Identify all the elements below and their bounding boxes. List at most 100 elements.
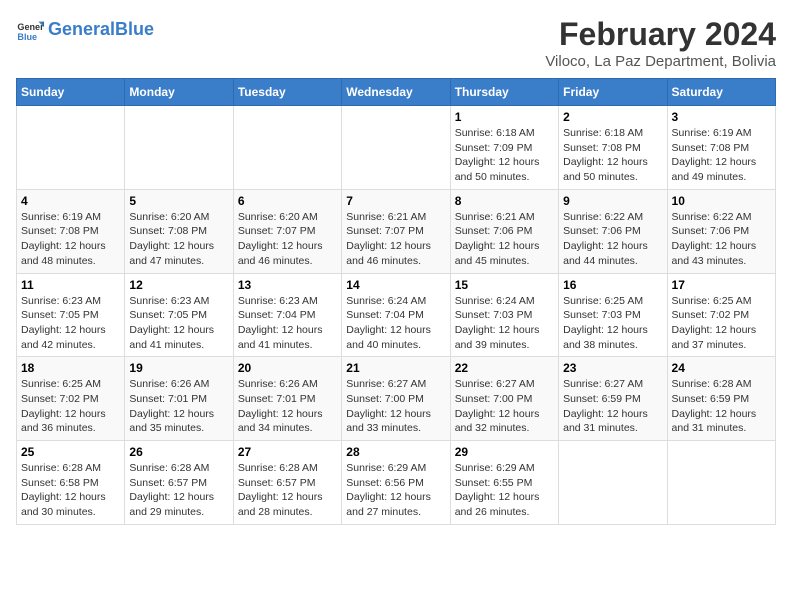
day-info: Sunrise: 6:28 AM Sunset: 6:58 PM Dayligh…	[21, 461, 120, 520]
weekday-header-sunday: Sunday	[17, 79, 125, 106]
day-number: 13	[238, 278, 337, 292]
calendar-cell	[233, 106, 341, 190]
calendar-cell: 18 Sunrise: 6:25 AM Sunset: 7:02 PM Dayli…	[17, 357, 125, 441]
day-info: Sunrise: 6:21 AM Sunset: 7:07 PM Dayligh…	[346, 210, 445, 269]
day-number: 18	[21, 361, 120, 375]
day-info: Sunrise: 6:21 AM Sunset: 7:06 PM Dayligh…	[455, 210, 554, 269]
day-info: Sunrise: 6:19 AM Sunset: 7:08 PM Dayligh…	[672, 126, 771, 185]
day-number: 16	[563, 278, 662, 292]
calendar-cell: 23Sunrise: 6:27 AM Sunset: 6:59 PM Dayli…	[559, 357, 667, 441]
day-number: 23	[563, 361, 662, 375]
calendar-cell: 15Sunrise: 6:24 AM Sunset: 7:03 PM Dayli…	[450, 273, 558, 357]
day-info: Sunrise: 6:23 AM Sunset: 7:05 PM Dayligh…	[129, 294, 228, 353]
svg-text:General: General	[17, 22, 44, 32]
day-number: 7	[346, 194, 445, 208]
day-number: 27	[238, 445, 337, 459]
calendar-cell: 8 Sunrise: 6:21 AM Sunset: 7:06 PM Daylig…	[450, 189, 558, 273]
calendar-cell	[342, 106, 450, 190]
weekday-header-thursday: Thursday	[450, 79, 558, 106]
day-number: 25	[21, 445, 120, 459]
weekday-header-monday: Monday	[125, 79, 233, 106]
day-number: 26	[129, 445, 228, 459]
calendar-cell	[17, 106, 125, 190]
day-info: Sunrise: 6:25 AM Sunset: 7:03 PM Dayligh…	[563, 294, 662, 353]
day-info: Sunrise: 6:24 AM Sunset: 7:04 PM Dayligh…	[346, 294, 445, 353]
calendar-cell: 29 Sunrise: 6:29 AM Sunset: 6:55 PM Dayli…	[450, 441, 558, 525]
day-number: 9	[563, 194, 662, 208]
weekday-header-row: SundayMondayTuesdayWednesdayThursdayFrid…	[17, 79, 776, 106]
calendar-cell: 1 Sunrise: 6:18 AM Sunset: 7:09 PM Daylig…	[450, 106, 558, 190]
day-info: Sunrise: 6:29 AM Sunset: 6:55 PM Dayligh…	[455, 461, 554, 520]
day-info: Sunrise: 6:26 AM Sunset: 7:01 PM Dayligh…	[238, 377, 337, 436]
calendar-cell: 17 Sunrise: 6:25 AM Sunset: 7:02 PM Dayli…	[667, 273, 775, 357]
day-number: 8	[455, 194, 554, 208]
calendar-cell: 16 Sunrise: 6:25 AM Sunset: 7:03 PM Dayli…	[559, 273, 667, 357]
month-title: February 2024	[545, 16, 776, 53]
day-info: Sunrise: 6:27 AM Sunset: 7:00 PM Dayligh…	[455, 377, 554, 436]
day-number: 5	[129, 194, 228, 208]
calendar-cell: 25 Sunrise: 6:28 AM Sunset: 6:58 PM Dayli…	[17, 441, 125, 525]
calendar-table: SundayMondayTuesdayWednesdayThursdayFrid…	[16, 78, 776, 525]
day-number: 1	[455, 110, 554, 124]
day-info: Sunrise: 6:28 AM Sunset: 6:57 PM Dayligh…	[238, 461, 337, 520]
logo-icon: General Blue	[16, 16, 44, 44]
calendar-cell	[559, 441, 667, 525]
day-number: 4	[21, 194, 120, 208]
day-info: Sunrise: 6:20 AM Sunset: 7:08 PM Dayligh…	[129, 210, 228, 269]
day-number: 28	[346, 445, 445, 459]
day-number: 6	[238, 194, 337, 208]
calendar-cell: 3 Sunrise: 6:19 AM Sunset: 7:08 PM Daylig…	[667, 106, 775, 190]
logo-text: GeneralBlue	[48, 20, 154, 40]
svg-text:Blue: Blue	[17, 32, 37, 42]
calendar-cell: 14Sunrise: 6:24 AM Sunset: 7:04 PM Dayli…	[342, 273, 450, 357]
day-number: 11	[21, 278, 120, 292]
day-number: 22	[455, 361, 554, 375]
title-block: February 2024 Viloco, La Paz Department,…	[545, 16, 776, 70]
day-number: 19	[129, 361, 228, 375]
day-info: Sunrise: 6:27 AM Sunset: 7:00 PM Dayligh…	[346, 377, 445, 436]
day-number: 21	[346, 361, 445, 375]
day-number: 3	[672, 110, 771, 124]
weekday-header-friday: Friday	[559, 79, 667, 106]
calendar-cell: 7 Sunrise: 6:21 AM Sunset: 7:07 PM Daylig…	[342, 189, 450, 273]
calendar-cell: 9 Sunrise: 6:22 AM Sunset: 7:06 PM Daylig…	[559, 189, 667, 273]
day-number: 2	[563, 110, 662, 124]
calendar-cell: 10 Sunrise: 6:22 AM Sunset: 7:06 PM Dayli…	[667, 189, 775, 273]
day-info: Sunrise: 6:22 AM Sunset: 7:06 PM Dayligh…	[672, 210, 771, 269]
day-number: 17	[672, 278, 771, 292]
day-info: Sunrise: 6:28 AM Sunset: 6:57 PM Dayligh…	[129, 461, 228, 520]
day-info: Sunrise: 6:25 AM Sunset: 7:02 PM Dayligh…	[21, 377, 120, 436]
calendar-cell: 4 Sunrise: 6:19 AM Sunset: 7:08 PM Daylig…	[17, 189, 125, 273]
calendar-cell	[667, 441, 775, 525]
day-info: Sunrise: 6:20 AM Sunset: 7:07 PM Dayligh…	[238, 210, 337, 269]
day-info: Sunrise: 6:22 AM Sunset: 7:06 PM Dayligh…	[563, 210, 662, 269]
day-info: Sunrise: 6:28 AM Sunset: 6:59 PM Dayligh…	[672, 377, 771, 436]
day-number: 10	[672, 194, 771, 208]
day-info: Sunrise: 6:29 AM Sunset: 6:56 PM Dayligh…	[346, 461, 445, 520]
day-info: Sunrise: 6:18 AM Sunset: 7:08 PM Dayligh…	[563, 126, 662, 185]
calendar-cell: 20Sunrise: 6:26 AM Sunset: 7:01 PM Dayli…	[233, 357, 341, 441]
day-number: 29	[455, 445, 554, 459]
day-info: Sunrise: 6:18 AM Sunset: 7:09 PM Dayligh…	[455, 126, 554, 185]
weekday-header-wednesday: Wednesday	[342, 79, 450, 106]
day-info: Sunrise: 6:25 AM Sunset: 7:02 PM Dayligh…	[672, 294, 771, 353]
calendar-cell: 22 Sunrise: 6:27 AM Sunset: 7:00 PM Dayli…	[450, 357, 558, 441]
calendar-cell: 21 Sunrise: 6:27 AM Sunset: 7:00 PM Dayli…	[342, 357, 450, 441]
day-number: 12	[129, 278, 228, 292]
calendar-week-2: 4 Sunrise: 6:19 AM Sunset: 7:08 PM Daylig…	[17, 189, 776, 273]
calendar-cell: 2 Sunrise: 6:18 AM Sunset: 7:08 PM Daylig…	[559, 106, 667, 190]
calendar-week-3: 11 Sunrise: 6:23 AM Sunset: 7:05 PM Dayli…	[17, 273, 776, 357]
weekday-header-saturday: Saturday	[667, 79, 775, 106]
logo: General Blue GeneralBlue	[16, 16, 154, 44]
calendar-body: 1 Sunrise: 6:18 AM Sunset: 7:09 PM Daylig…	[17, 106, 776, 525]
calendar-cell: 26 Sunrise: 6:28 AM Sunset: 6:57 PM Dayli…	[125, 441, 233, 525]
calendar-cell: 12 Sunrise: 6:23 AM Sunset: 7:05 PM Dayli…	[125, 273, 233, 357]
calendar-cell: 5 Sunrise: 6:20 AM Sunset: 7:08 PM Daylig…	[125, 189, 233, 273]
day-number: 24	[672, 361, 771, 375]
calendar-cell: 27 Sunrise: 6:28 AM Sunset: 6:57 PM Dayli…	[233, 441, 341, 525]
day-info: Sunrise: 6:19 AM Sunset: 7:08 PM Dayligh…	[21, 210, 120, 269]
calendar-week-1: 1 Sunrise: 6:18 AM Sunset: 7:09 PM Daylig…	[17, 106, 776, 190]
calendar-cell: 19Sunrise: 6:26 AM Sunset: 7:01 PM Dayli…	[125, 357, 233, 441]
weekday-header-tuesday: Tuesday	[233, 79, 341, 106]
day-info: Sunrise: 6:23 AM Sunset: 7:05 PM Dayligh…	[21, 294, 120, 353]
